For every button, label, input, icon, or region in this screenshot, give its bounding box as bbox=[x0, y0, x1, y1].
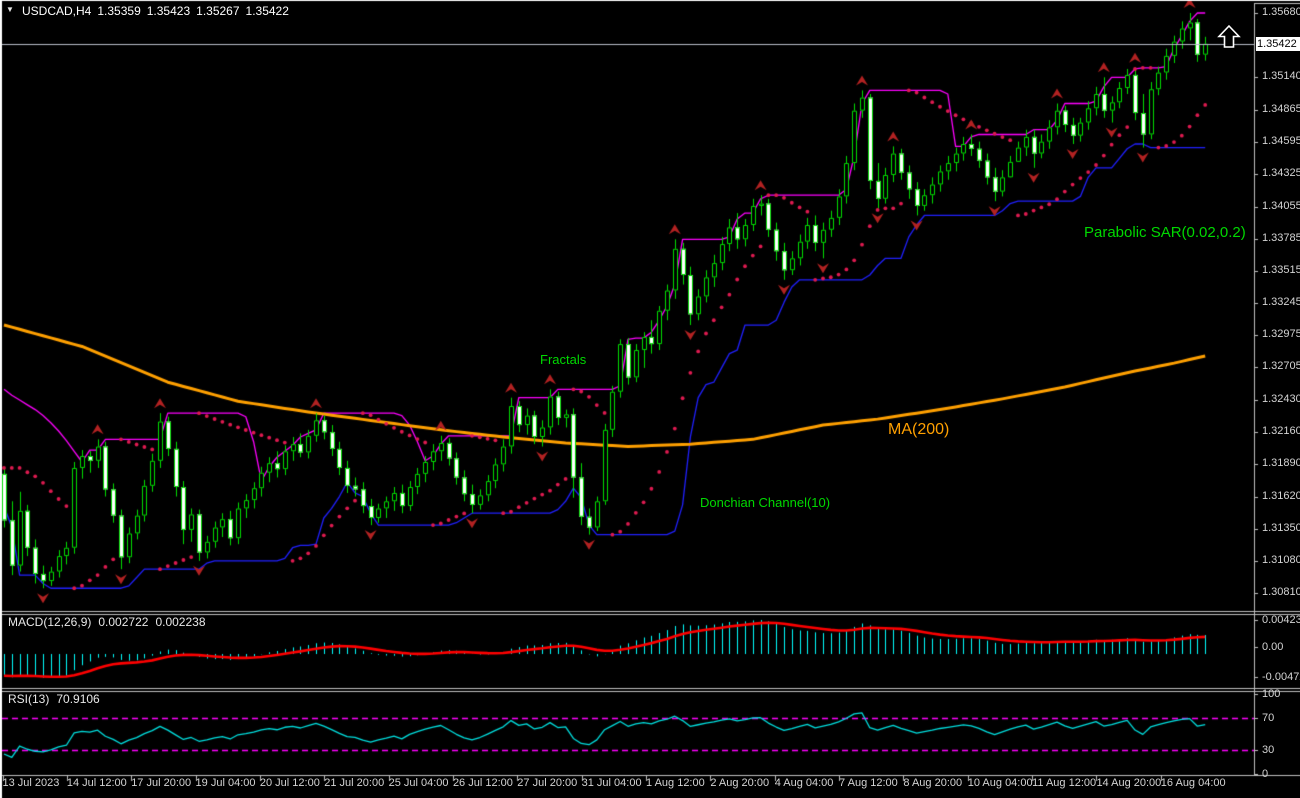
price-axis-tick: 1.35140 bbox=[1262, 70, 1300, 82]
time-axis-label: 25 Jul 04:00 bbox=[389, 777, 449, 789]
rsi-axis-tick: 70 bbox=[1262, 712, 1274, 724]
rsi-axis-tick: 0 bbox=[1262, 768, 1268, 780]
time-axis-label: 4 Aug 04:00 bbox=[775, 777, 834, 789]
price-axis-tick: 1.35680 bbox=[1262, 6, 1300, 18]
time-axis-label: 20 Jul 12:00 bbox=[260, 777, 320, 789]
price-axis-tick: 1.31080 bbox=[1262, 554, 1300, 566]
time-axis-label: 27 Jul 20:00 bbox=[517, 777, 577, 789]
price-axis-tick: 1.32705 bbox=[1262, 360, 1300, 372]
time-axis-label: 26 Jul 12:00 bbox=[453, 777, 513, 789]
chart-canvas[interactable] bbox=[0, 0, 1300, 798]
price-axis-tick: 1.34595 bbox=[1262, 135, 1300, 147]
time-axis-label: 2 Aug 20:00 bbox=[710, 777, 769, 789]
rsi-axis-tick: 100 bbox=[1262, 688, 1280, 700]
bid-price-label: 1.35422 bbox=[1256, 37, 1300, 51]
time-axis-label: 8 Aug 20:00 bbox=[903, 777, 962, 789]
price-axis-tick: 1.30810 bbox=[1262, 586, 1300, 598]
price-axis-tick: 1.32430 bbox=[1262, 393, 1300, 405]
time-axis-label: 14 Jul 12:00 bbox=[67, 777, 127, 789]
price-axis-tick: 1.34055 bbox=[1262, 200, 1300, 212]
price-axis-tick: 1.33245 bbox=[1262, 296, 1300, 308]
price-axis-tick: 1.32160 bbox=[1262, 425, 1300, 437]
time-axis-label: 14 Aug 20:00 bbox=[1096, 777, 1161, 789]
macd-axis-tick: -0.004725 bbox=[1262, 671, 1300, 683]
time-axis-label: 31 Jul 04:00 bbox=[582, 777, 642, 789]
time-axis-label: 13 Jul 2023 bbox=[3, 777, 60, 789]
price-axis-tick: 1.34865 bbox=[1262, 103, 1300, 115]
macd-axis-tick: 0.004232 bbox=[1262, 614, 1300, 626]
mt4-chart-window: ▼ USDCAD,H41.353591.354231.352671.35422 … bbox=[0, 0, 1300, 798]
time-axis-label: 7 Aug 12:00 bbox=[839, 777, 898, 789]
macd-axis-tick: 0.00 bbox=[1262, 641, 1283, 653]
price-axis-tick: 1.32975 bbox=[1262, 328, 1300, 340]
price-axis-tick: 1.34325 bbox=[1262, 167, 1300, 179]
time-axis-label: 16 Aug 04:00 bbox=[1161, 777, 1226, 789]
time-axis-label: 21 Jul 20:00 bbox=[324, 777, 384, 789]
rsi-axis-tick: 30 bbox=[1262, 744, 1274, 756]
price-axis-tick: 1.33785 bbox=[1262, 232, 1300, 244]
price-axis-tick: 1.31350 bbox=[1262, 522, 1300, 534]
price-axis-tick: 1.31890 bbox=[1262, 457, 1300, 469]
price-axis-tick: 1.33515 bbox=[1262, 264, 1300, 276]
time-axis-label: 10 Aug 04:00 bbox=[968, 777, 1033, 789]
time-axis-label: 1 Aug 12:00 bbox=[646, 777, 705, 789]
time-axis-label: 17 Jul 20:00 bbox=[131, 777, 191, 789]
price-axis-tick: 1.31620 bbox=[1262, 490, 1300, 502]
time-axis-label: 19 Jul 04:00 bbox=[196, 777, 256, 789]
time-axis-label: 11 Aug 12:00 bbox=[1032, 777, 1096, 789]
